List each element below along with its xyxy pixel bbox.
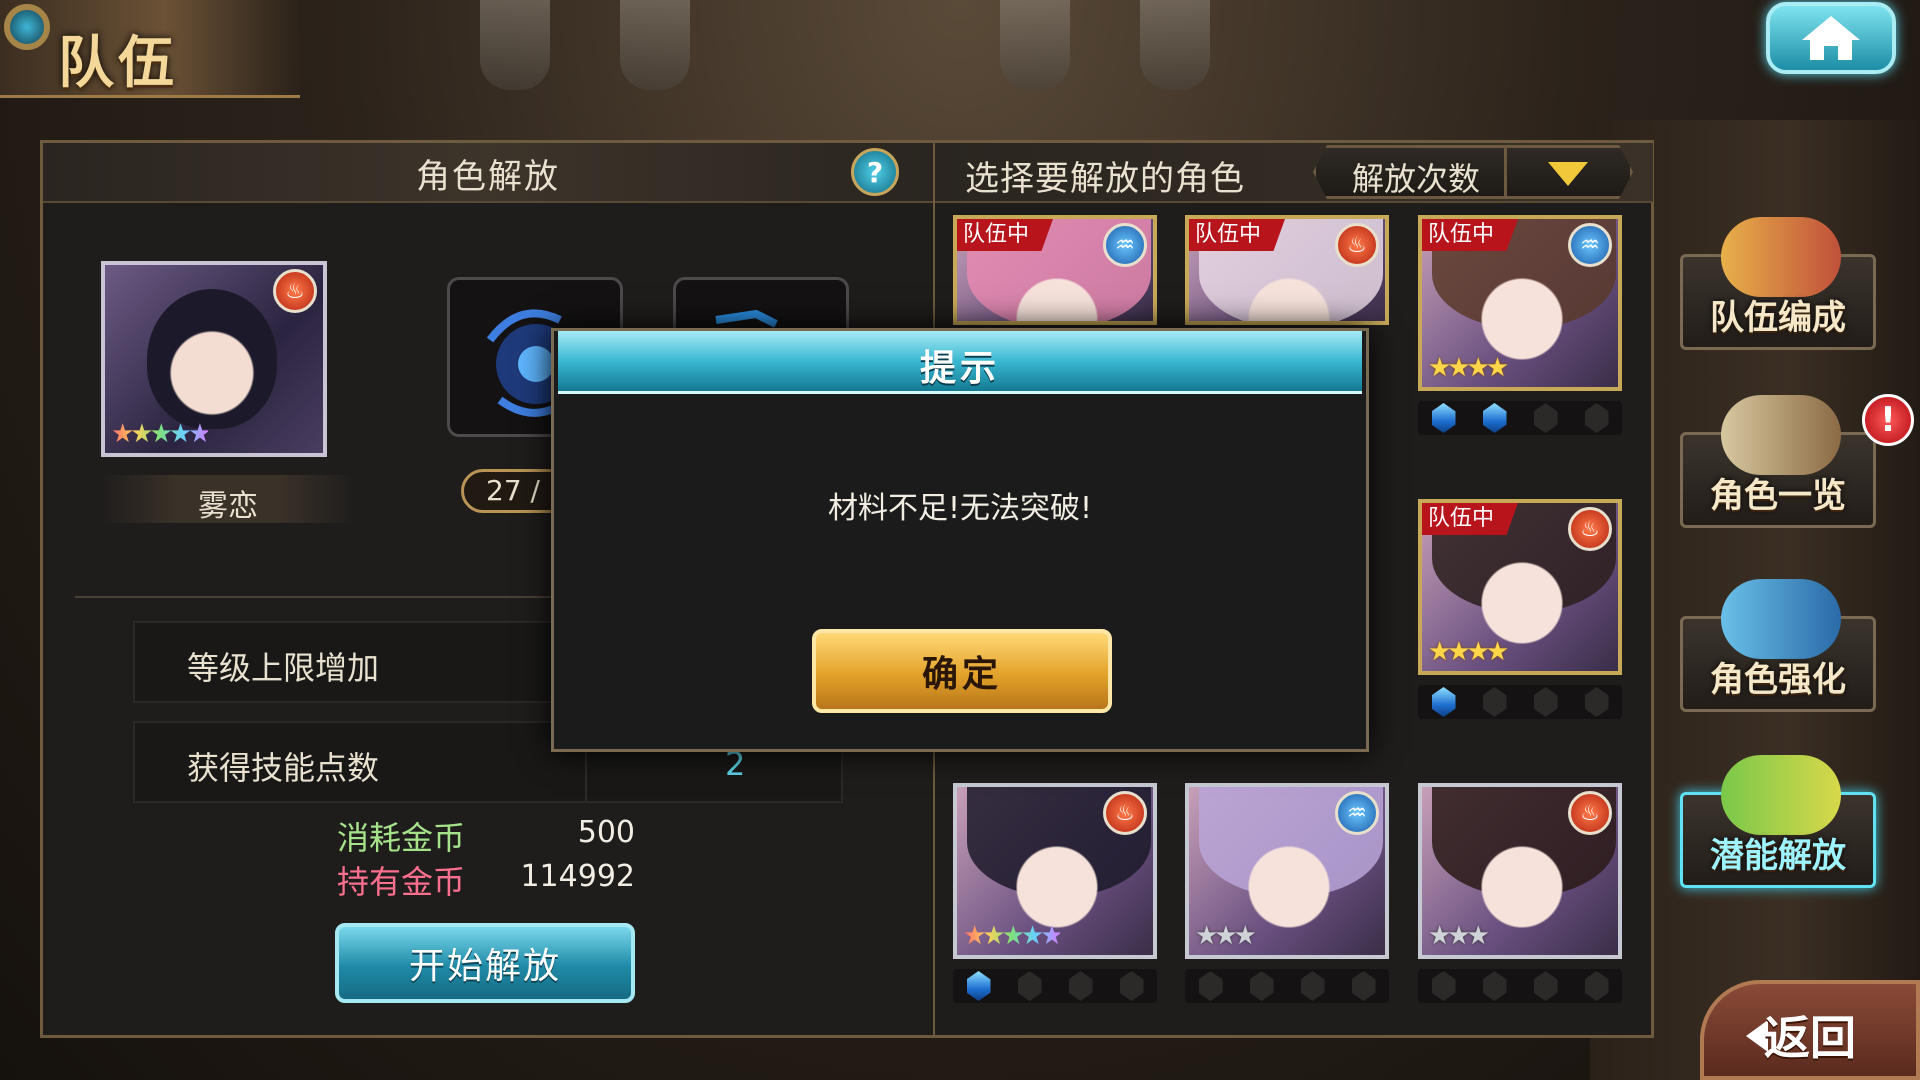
release-gem-icon (1482, 403, 1507, 433)
in-team-badge: 队伍中 (1189, 219, 1285, 251)
dropdown-arrow-icon (1548, 162, 1588, 186)
release-gem-icon (1300, 971, 1325, 1001)
release-gem-icon (1533, 971, 1558, 1001)
start-release-button[interactable]: 开始解放 (335, 923, 635, 1003)
rarity-stars: ★★★ (1195, 921, 1257, 951)
side-menu-label: 角色一览 (1710, 476, 1846, 516)
character-enhance-button[interactable]: 角色强化 (1680, 579, 1876, 712)
release-gem-icon (1068, 971, 1093, 1001)
release-header: 角色解放 ? (43, 143, 933, 203)
release-gem-icon (1431, 687, 1456, 717)
release-gem-icon (1431, 971, 1456, 1001)
character-list-button[interactable]: 角色一览 (1680, 395, 1876, 528)
rarity-stars: ★★★★ (1428, 637, 1509, 667)
in-team-badge: 队伍中 (1422, 503, 1518, 535)
alert-dialog: 提示 材料不足!无法突破! 确定 (551, 328, 1369, 752)
fire-element-icon: ♨ (1103, 791, 1147, 835)
release-gem-icon (1584, 403, 1609, 433)
water-element-icon: ♒ (1335, 791, 1379, 835)
release-gems (953, 969, 1157, 1003)
release-gem-icon (1482, 971, 1507, 1001)
select-header: 选择要解放的角色 解放次数 (935, 143, 1653, 203)
release-gem-icon (1198, 971, 1223, 1001)
character-name-bar: 雾恋 (101, 475, 355, 524)
release-gem-icon (1533, 687, 1558, 717)
release-gems (1418, 969, 1622, 1003)
screen-title-bar: 队伍 (0, 0, 300, 98)
character-card[interactable]: 队伍中 ♨ ★★★★ (1418, 499, 1622, 675)
character-card[interactable]: ♨ ★★★★★ (953, 783, 1157, 959)
rarity-stars: ★★★★ (1428, 353, 1509, 383)
character-name: 雾恋 (198, 489, 258, 524)
gold-cost-value: 500 (577, 815, 635, 850)
potential-orb-icon (1721, 755, 1841, 835)
help-button[interactable]: ? (851, 148, 899, 196)
gear-emblem-icon (4, 4, 50, 50)
sort-dropdown[interactable]: 解放次数 (1313, 145, 1633, 199)
character-card[interactable]: 队伍中 ♒ (953, 215, 1157, 325)
release-title: 角色解放 (416, 157, 560, 197)
selected-character-portrait: ♨ ★★★★★ (101, 261, 327, 457)
home-button[interactable] (1766, 2, 1896, 74)
fire-element-icon: ♨ (1568, 791, 1612, 835)
dialog-message: 材料不足!无法突破! (827, 491, 1093, 526)
gold-owned-value: 114992 (520, 859, 635, 894)
stat-label: 等级上限增加 (187, 649, 380, 687)
character-art (1229, 809, 1349, 939)
character-art (997, 809, 1117, 939)
back-label: 返回 (1764, 1011, 1856, 1065)
release-gem-icon (1351, 971, 1376, 1001)
release-gems (1418, 401, 1622, 435)
select-title: 选择要解放的角色 (965, 159, 1245, 199)
release-gem-icon (1584, 687, 1609, 717)
team-formation-button[interactable]: 队伍编成 (1680, 217, 1876, 350)
home-icon (1802, 16, 1860, 60)
back-button[interactable]: 返回 (1700, 980, 1920, 1080)
release-gems (1185, 969, 1389, 1003)
release-gem-icon (1119, 971, 1144, 1001)
character-art (1462, 525, 1582, 655)
gold-cost-label: 消耗金币 (337, 819, 466, 857)
side-menu-label: 角色强化 (1710, 660, 1846, 700)
character-card[interactable]: 队伍中 ♒ ★★★★ (1418, 215, 1622, 391)
character-art (1462, 241, 1582, 371)
release-gem-icon (1584, 971, 1609, 1001)
release-gem-icon (1533, 403, 1558, 433)
side-menu-label: 潜能解放 (1710, 836, 1846, 876)
character-card[interactable]: ♨ ★★★ (1418, 783, 1622, 959)
dialog-header: 提示 (558, 331, 1362, 394)
rarity-stars: ★★★★★ (111, 419, 212, 449)
rarity-stars: ★★★ (1428, 921, 1490, 951)
release-gem-icon (966, 971, 991, 1001)
notification-alert-icon: ! (1862, 394, 1914, 446)
release-gems (1418, 685, 1622, 719)
water-element-icon: ♒ (1103, 223, 1147, 267)
release-gem-icon (1017, 971, 1042, 1001)
character-card[interactable]: 队伍中 ♨ (1185, 215, 1389, 325)
dialog-title: 提示 (919, 348, 1000, 389)
release-gem-icon (1431, 403, 1456, 433)
character-card[interactable]: ♒ ★★★ (1185, 783, 1389, 959)
screen-title: 队伍 (58, 31, 178, 96)
character-art (147, 289, 277, 429)
water-element-icon: ♒ (1568, 223, 1612, 267)
release-gem-icon (1249, 971, 1274, 1001)
in-team-badge: 队伍中 (1422, 219, 1518, 251)
fire-element-icon: ♨ (1568, 507, 1612, 551)
fire-element-icon: ♨ (273, 269, 317, 313)
gold-owned-label: 持有金币 (337, 863, 466, 901)
fire-element-icon: ♨ (1335, 223, 1379, 267)
enhance-card-icon (1721, 579, 1841, 659)
confirm-button[interactable]: 确定 (812, 629, 1112, 713)
side-menu-label: 队伍编成 (1710, 298, 1846, 338)
character-art (1462, 809, 1582, 939)
in-team-badge: 队伍中 (957, 219, 1053, 251)
stat-label: 获得技能点数 (187, 749, 380, 787)
rarity-stars: ★★★★★ (963, 921, 1064, 951)
release-gem-icon (1482, 687, 1507, 717)
potential-release-button[interactable]: 潜能解放 (1680, 755, 1876, 888)
characters-icon (1721, 217, 1841, 297)
sort-label: 解放次数 (1352, 160, 1481, 198)
book-icon (1721, 395, 1841, 475)
